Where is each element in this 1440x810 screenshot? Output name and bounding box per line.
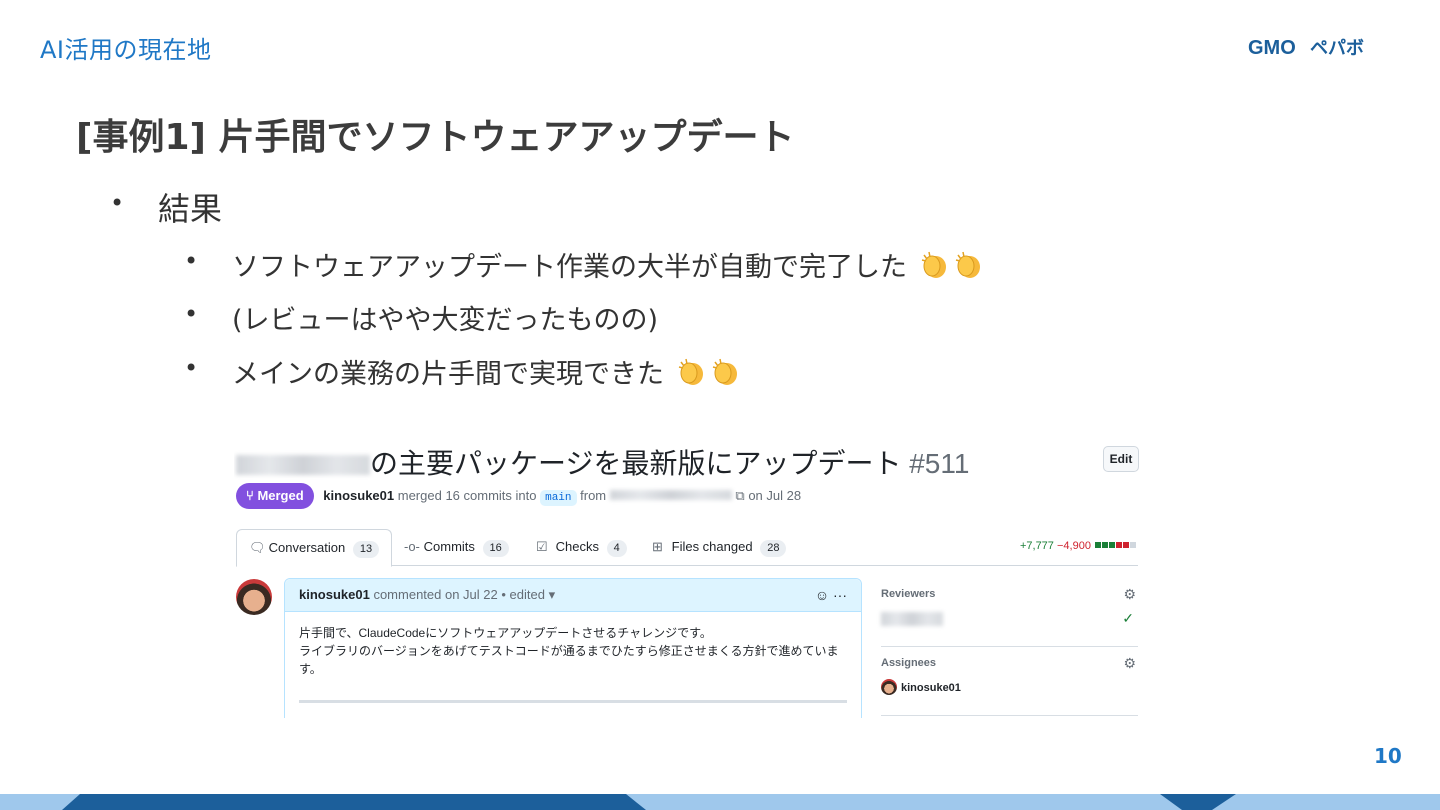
svg-text:GMO: GMO [1248, 37, 1296, 59]
smiley-icon[interactable]: ☺ [815, 587, 829, 603]
commit-icon: -o- [404, 539, 420, 554]
comment-box: kinosuke01 commented on Jul 22 • edited … [284, 578, 862, 718]
pr-author[interactable]: kinosuke01 [323, 488, 394, 503]
reviewers-label: Reviewers [881, 588, 936, 600]
deletions: −4,900 [1056, 540, 1091, 552]
clapping-hands-icon [712, 358, 737, 385]
bullet-dot: • [184, 354, 199, 382]
comment-header: kinosuke01 commented on Jul 22 • edited … [285, 579, 861, 612]
pr-number: #511 [909, 448, 970, 479]
comment-icon: 🗨 [249, 540, 266, 555]
assignees-label: Assignees [881, 657, 937, 669]
redacted-reviewer [881, 612, 943, 626]
copy-icon[interactable]: ⧉ [735, 488, 744, 503]
sub-bullet-text: (レビューはやや大変だったものの) [232, 305, 659, 336]
tab-commits[interactable]: -o- Commits 16 [404, 529, 509, 565]
tab-count: 16 [482, 540, 509, 557]
redacted-head-branch [609, 490, 732, 500]
clapping-hands-icon [955, 251, 980, 278]
merge-text: merged 16 commits into [397, 488, 537, 503]
edit-button[interactable]: Edit [1103, 446, 1139, 472]
gear-icon[interactable]: ⚙ [1123, 586, 1136, 603]
comment-meta[interactable]: commented on Jul 22 • edited [373, 587, 545, 602]
reviewers-section: Reviewers ⚙ ✓ [881, 578, 1138, 647]
merge-date: on Jul 28 [748, 488, 802, 503]
merged-badge: ⑂ Merged [236, 483, 314, 509]
tab-count: 13 [352, 541, 380, 558]
additions: +7,777 [1019, 540, 1054, 552]
svg-text:ペパボ: ペパボ [1310, 38, 1364, 59]
pr-tabs: 🗨 Conversation 13 -o- Commits 16 ☑ Check… [236, 529, 1138, 567]
tab-files-changed[interactable]: ⊞ Files changed 28 [652, 529, 787, 565]
sub-bullet-text: メインの業務の片手間で実現できた [232, 352, 741, 391]
bullet-dot: • [110, 189, 125, 217]
clapping-hands-icon [678, 358, 703, 385]
slide-title: [事例1] 片手間でソフトウェアアップデート [76, 117, 795, 158]
merge-icon: ⑂ [246, 488, 254, 503]
chevron-down-icon[interactable]: ▾ [549, 587, 556, 602]
clapping-hands-icon [921, 251, 946, 278]
section-label: AI活用の現在地 [40, 36, 212, 64]
avatar [881, 679, 897, 695]
diffstat: +7,777 −4,900 [1020, 540, 1136, 552]
bullet-dot: • [184, 247, 199, 275]
from-text: from [580, 488, 607, 503]
footer-band [0, 794, 1440, 810]
bullet-dot: • [184, 300, 199, 328]
tab-checks[interactable]: ☑ Checks 4 [536, 529, 627, 565]
bullet-text: 結果 [158, 190, 223, 228]
gmo-pepabo-logo: GMO ペパボ [1248, 37, 1364, 59]
pr-meta: ⑂ Merged kinosuke01 merged 16 commits in… [236, 483, 801, 509]
base-branch[interactable]: main [540, 490, 577, 506]
pr-title: の主要パッケージを最新版にアップデート #511 [236, 442, 969, 482]
assignee[interactable]: kinosuke01 [881, 679, 961, 695]
redacted-repo-name [236, 455, 370, 475]
comment-body: 片手間で、ClaudeCodeにソフトウェアアップデートさせるチャレンジです。 … [299, 626, 839, 676]
comment-divider [299, 700, 847, 703]
page-number: 10 [1374, 744, 1402, 768]
check-icon: ✓ [1122, 610, 1134, 626]
comment-author[interactable]: kinosuke01 [299, 587, 370, 602]
tab-count: 4 [606, 540, 627, 557]
tab-count: 28 [760, 540, 787, 557]
sub-bullet-text: ソフトウェアアップデート作業の大半が自動で完了した [232, 245, 984, 284]
file-diff-icon: ⊞ [652, 539, 663, 554]
more-icon[interactable]: ··· [833, 587, 847, 603]
tab-conversation[interactable]: 🗨 Conversation 13 [236, 529, 393, 567]
pr-sidebar: Reviewers ⚙ ✓ Assignees ⚙ kinosuke01 [881, 578, 1138, 716]
avatar[interactable] [236, 579, 272, 615]
gear-icon[interactable]: ⚙ [1123, 655, 1136, 672]
github-pr-screenshot: の主要パッケージを最新版にアップデート #511 Edit ⑂ Merged k… [234, 434, 1140, 718]
checklist-icon: ☑ [536, 539, 548, 554]
assignees-section: Assignees ⚙ kinosuke01 [881, 647, 1138, 716]
